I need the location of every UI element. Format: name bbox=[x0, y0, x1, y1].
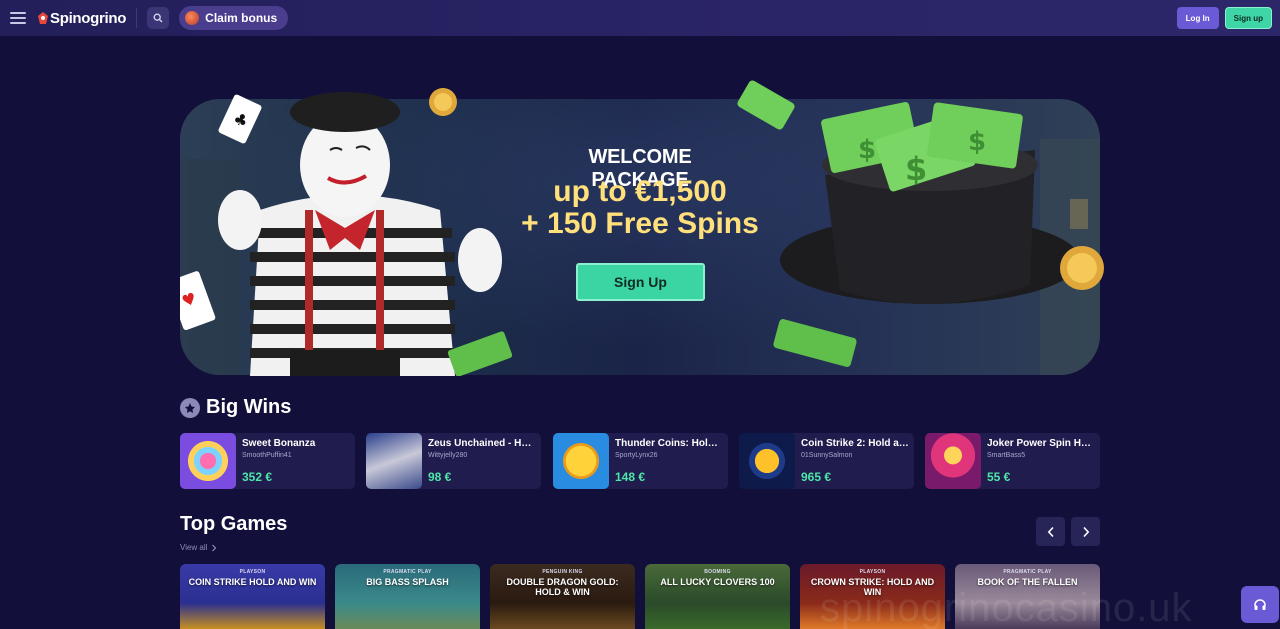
game-title: ALL LUCKY CLOVERS 100 bbox=[660, 577, 775, 587]
svg-text:$: $ bbox=[968, 127, 986, 157]
win-game-name: Joker Power Spin Hold and Win bbox=[987, 438, 1095, 449]
banner-amount: up to €1,500 bbox=[553, 175, 727, 208]
win-username: SportyLynx26 bbox=[615, 452, 658, 459]
game-provider: PRAGMATIC PLAY bbox=[383, 569, 432, 575]
carousel-next-button[interactable] bbox=[1071, 517, 1100, 546]
top-hat-money-illustration: $ $ $ bbox=[737, 80, 1104, 367]
game-provider: BOOMING bbox=[704, 569, 731, 575]
logo-mark-icon bbox=[38, 12, 48, 24]
search-button[interactable] bbox=[147, 7, 170, 29]
carousel-prev-button[interactable] bbox=[1036, 517, 1065, 546]
big-win-card[interactable]: Coin Strike 2: Hold and Win 01SunnySalmo… bbox=[739, 433, 914, 489]
win-username: Wittyjelly280 bbox=[428, 452, 468, 459]
win-game-name: Zeus Unchained - Hold & Win bbox=[428, 438, 536, 449]
svg-text:$: $ bbox=[905, 150, 927, 188]
site-watermark: spinogrinocasino.uk bbox=[820, 586, 1193, 629]
claim-bonus-label: Claim bonus bbox=[205, 11, 278, 25]
chevron-right-icon bbox=[212, 544, 217, 551]
big-win-card[interactable]: Thunder Coins: Hold and Win SportyLynx26… bbox=[553, 433, 728, 489]
win-amount: 352 € bbox=[242, 470, 273, 484]
banner-free-spins: + 150 Free Spins bbox=[521, 207, 759, 240]
game-provider: PLAYSON bbox=[859, 569, 886, 575]
gift-icon bbox=[185, 11, 200, 25]
game-card[interactable]: PENGUIN KING DOUBLE DRAGON GOLD: HOLD & … bbox=[490, 564, 635, 629]
header-signup-button[interactable]: Sign up bbox=[1224, 7, 1272, 29]
game-thumbnail bbox=[180, 433, 236, 489]
view-all-link[interactable]: View all bbox=[180, 543, 217, 552]
big-win-card[interactable]: Sweet Bonanza SmoothPuffin41 352 € bbox=[180, 433, 355, 489]
game-provider: PRAGMATIC PLAY bbox=[1003, 569, 1052, 575]
win-amount: 55 € bbox=[987, 470, 1011, 484]
search-icon bbox=[153, 13, 163, 23]
chevron-right-icon bbox=[1082, 526, 1089, 537]
view-all-label: View all bbox=[180, 543, 208, 552]
login-button[interactable]: Log In bbox=[1176, 7, 1219, 29]
game-thumbnail bbox=[366, 433, 422, 489]
menu-icon[interactable] bbox=[10, 12, 26, 24]
big-wins-icon bbox=[180, 398, 200, 418]
top-games-title: Top Games bbox=[180, 513, 288, 535]
big-win-card[interactable]: Zeus Unchained - Hold & Win Wittyjelly28… bbox=[366, 433, 541, 489]
win-game-name: Thunder Coins: Hold and Win bbox=[615, 438, 723, 449]
win-game-name: Sweet Bonanza bbox=[242, 438, 316, 449]
win-amount: 98 € bbox=[428, 470, 452, 484]
game-title: COIN STRIKE HOLD AND WIN bbox=[188, 577, 317, 587]
game-thumbnail bbox=[925, 433, 981, 489]
win-amount: 148 € bbox=[615, 470, 646, 484]
brand-name: Spinogrino bbox=[50, 9, 127, 27]
mime-illustration: ♣ ♥ bbox=[180, 88, 513, 376]
top-header: Spinogrino Claim bonus Log In Sign up bbox=[0, 0, 1280, 36]
headset-icon bbox=[1254, 598, 1266, 610]
win-username: SmartBass5 bbox=[987, 452, 1026, 459]
banner-signup-button[interactable]: Sign Up bbox=[576, 263, 705, 301]
game-provider: PLAYSON bbox=[239, 569, 266, 575]
chevron-left-icon bbox=[1047, 526, 1054, 537]
win-amount: 965 € bbox=[801, 470, 832, 484]
brand-logo[interactable]: Spinogrino bbox=[38, 10, 126, 27]
game-card[interactable]: BOOMING ALL LUCKY CLOVERS 100 bbox=[645, 564, 790, 629]
big-win-card[interactable]: Joker Power Spin Hold and Win SmartBass5… bbox=[925, 433, 1100, 489]
game-card[interactable]: PLAYSON COIN STRIKE HOLD AND WIN bbox=[180, 564, 325, 629]
game-card[interactable]: PRAGMATIC PLAY BIG BASS SPLASH bbox=[335, 564, 480, 629]
game-provider: PENGUIN KING bbox=[542, 569, 583, 575]
header-divider bbox=[136, 8, 138, 28]
game-thumbnail bbox=[553, 433, 609, 489]
win-username: 01SunnySalmon bbox=[801, 452, 853, 459]
claim-bonus-button[interactable]: Claim bonus bbox=[179, 6, 289, 30]
game-title: BIG BASS SPLASH bbox=[366, 577, 449, 587]
support-chat-button[interactable] bbox=[1241, 586, 1279, 623]
svg-text:$: $ bbox=[858, 135, 876, 165]
win-username: SmoothPuffin41 bbox=[242, 452, 292, 459]
game-title: DOUBLE DRAGON GOLD: HOLD & WIN bbox=[506, 577, 619, 597]
game-thumbnail bbox=[739, 433, 795, 489]
big-wins-title: Big Wins bbox=[206, 396, 292, 418]
win-game-name: Coin Strike 2: Hold and Win bbox=[801, 438, 909, 449]
